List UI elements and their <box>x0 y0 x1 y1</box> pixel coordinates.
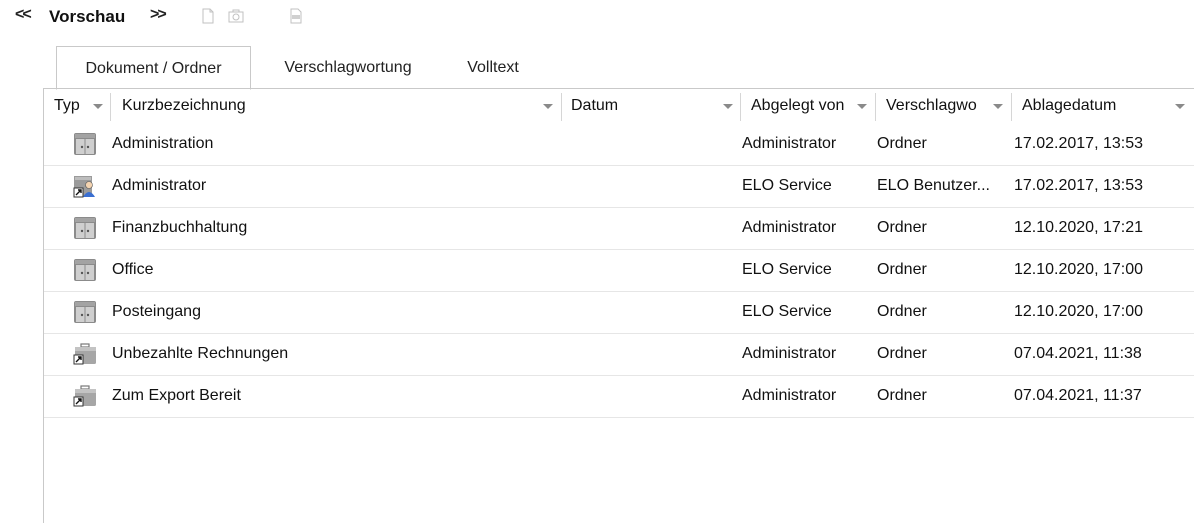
cell-name: Office <box>112 261 154 278</box>
camera-icon[interactable] <box>228 8 244 24</box>
cell-name: Unbezahlte Rechnungen <box>112 345 289 362</box>
cell-abgelegt-von: Administrator <box>742 135 837 152</box>
tab-dokument-ordner[interactable]: Dokument / Ordner <box>56 46 251 90</box>
cell-verschlagwortung: Ordner <box>877 303 927 320</box>
table-row[interactable]: Zum Export Bereit Administrator Ordner 07.0… <box>44 375 1194 418</box>
cell-verschlagwortung: Ordner <box>877 135 927 152</box>
cabinet-icon <box>72 257 98 283</box>
preview-toolbar: << Vorschau >> <box>0 0 1194 36</box>
sort-caret-icon[interactable] <box>993 104 1003 109</box>
cell-abgelegt-von: ELO Service <box>742 177 832 194</box>
sort-caret-icon[interactable] <box>543 104 553 109</box>
cell-abgelegt-von: Administrator <box>742 345 837 362</box>
cell-datum <box>571 165 731 207</box>
tab-volltext[interactable]: Volltext <box>442 46 544 88</box>
cell-ablagedatum: 12.10.2020, 17:21 <box>1014 219 1144 236</box>
cell-datum <box>571 249 731 291</box>
table-row[interactable]: Finanzbuchhaltung Administrator Ordner 12.1… <box>44 207 1194 250</box>
briefcase-link-icon <box>72 383 98 409</box>
column-header-ablagedatum[interactable]: Ablagedatum <box>1012 89 1172 123</box>
collapse-left-button[interactable]: << <box>15 6 32 24</box>
cell-datum <box>571 207 731 249</box>
cell-name: Zum Export Bereit <box>112 387 241 404</box>
sort-caret-icon[interactable] <box>1175 104 1185 109</box>
cell-datum <box>571 333 731 375</box>
cell-abgelegt-von: Administrator <box>742 219 837 236</box>
cell-datum <box>571 375 731 417</box>
document-icon[interactable] <box>200 8 216 24</box>
cell-name: Administration <box>112 135 214 152</box>
cell-verschlagwortung: Ordner <box>877 345 927 362</box>
cabinet-icon <box>72 131 98 157</box>
cell-verschlagwortung: Ordner <box>877 219 927 236</box>
table-header: Typ Kurzbezeichnung Datum Abgelegt von V… <box>44 89 1194 123</box>
cell-ablagedatum: 12.10.2020, 17:00 <box>1014 261 1144 278</box>
cell-verschlagwortung: Ordner <box>877 261 927 278</box>
column-header-datum[interactable]: Datum <box>561 89 741 123</box>
sort-caret-icon[interactable] <box>857 104 867 109</box>
cabinet-icon <box>72 299 98 325</box>
page-title: Vorschau <box>49 7 126 26</box>
cabinet-icon <box>72 215 98 241</box>
expand-right-button[interactable]: >> <box>150 6 167 24</box>
cell-abgelegt-von: Administrator <box>742 387 837 404</box>
column-header-verschlagwortung[interactable]: Verschlagwo <box>876 89 988 123</box>
briefcase-link-icon <box>72 341 98 367</box>
user-folder-icon <box>72 173 98 199</box>
tab-verschlagwortung[interactable]: Verschlagwortung <box>259 46 437 88</box>
table-row[interactable]: Administration Administrator Ordner 17.02.2… <box>44 123 1194 166</box>
column-header-abgelegt-von[interactable]: Abgelegt von <box>741 89 853 123</box>
column-divider[interactable] <box>110 93 111 121</box>
table-row[interactable]: Administrator ELO Service ELO Benutzer... 1… <box>44 165 1194 208</box>
cell-name: Posteingang <box>112 303 201 320</box>
cell-abgelegt-von: ELO Service <box>742 261 832 278</box>
table-row[interactable]: Posteingang ELO Service Ordner 12.10.2020, … <box>44 291 1194 334</box>
sort-caret-icon[interactable] <box>723 104 733 109</box>
cell-verschlagwortung: ELO Benutzer... <box>877 177 990 194</box>
cell-ablagedatum: 12.10.2020, 17:00 <box>1014 303 1144 320</box>
cell-abgelegt-von: ELO Service <box>742 303 832 320</box>
sort-caret-icon[interactable] <box>93 104 103 109</box>
cell-ablagedatum: 17.02.2017, 13:53 <box>1014 135 1144 152</box>
cell-ablagedatum: 17.02.2017, 13:53 <box>1014 177 1144 194</box>
table-row[interactable]: Unbezahlte Rechnungen Administrator Ordner… <box>44 333 1194 376</box>
pdf-icon[interactable] <box>288 8 304 24</box>
cell-verschlagwortung: Ordner <box>877 387 927 404</box>
cell-ablagedatum: 07.04.2021, 11:38 <box>1014 345 1142 362</box>
cell-name: Administrator <box>112 177 207 194</box>
table-row[interactable]: Office ELO Service Ordner 12.10.2020, 17:00 <box>44 249 1194 292</box>
cell-datum <box>571 291 731 333</box>
column-header-kurzbezeichnung[interactable]: Kurzbezeichnung <box>112 89 562 123</box>
cell-name: Finanzbuchhaltung <box>112 219 248 236</box>
cell-ablagedatum: 07.04.2021, 11:37 <box>1014 387 1142 404</box>
cell-datum <box>571 123 731 165</box>
